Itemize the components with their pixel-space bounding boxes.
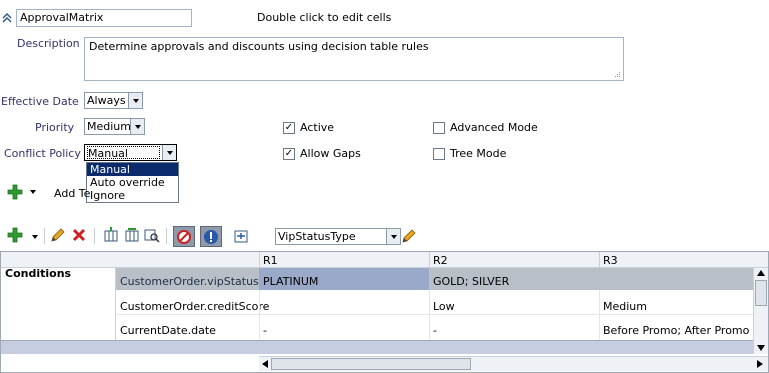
table-cell[interactable]: -	[263, 300, 267, 313]
column-header-r2[interactable]: R2	[433, 254, 448, 267]
type-select[interactable]: VipStatusType	[275, 228, 401, 245]
table-cell[interactable]: -	[433, 324, 437, 337]
add-test-label[interactable]: Add Te	[54, 187, 90, 200]
horizontal-scrollbar[interactable]	[259, 356, 768, 371]
chevron-down-icon	[130, 119, 144, 134]
table-cell[interactable]: GOLD; SILVER	[433, 275, 509, 288]
effective-date-select[interactable]: Always	[84, 92, 143, 109]
split-column-icon[interactable]	[123, 226, 141, 244]
resize-grip-icon[interactable]	[613, 70, 621, 78]
table-cell[interactable]: Low	[433, 300, 455, 313]
column-header-r1[interactable]: R1	[263, 254, 278, 267]
row-divider	[116, 314, 753, 315]
column-divider	[599, 290, 600, 340]
conflict-policy-dropdown: Manual Auto override Ignore	[86, 162, 179, 203]
priority-label: Priority	[35, 121, 75, 134]
scroll-left-arrow-icon[interactable]	[262, 360, 268, 368]
toolbar: VipStatusType	[6, 226, 436, 248]
effective-date-label: Effective Date	[1, 95, 79, 108]
dropdown-option-manual[interactable]: Manual	[87, 163, 178, 176]
toolbar-separator	[44, 228, 45, 244]
active-checkbox[interactable]: ✓	[283, 121, 295, 134]
scroll-up-arrow-icon[interactable]	[757, 270, 765, 276]
description-label: Description	[17, 37, 80, 50]
conditions-label: Conditions	[5, 267, 72, 280]
table-cell[interactable]: PLATINUM	[263, 275, 318, 288]
add-test-add-icon[interactable]	[7, 184, 23, 200]
chevron-down-icon	[128, 93, 142, 108]
advanced-mode-checkbox[interactable]	[433, 121, 445, 134]
priority-select[interactable]: Medium	[84, 118, 145, 135]
tree-mode-checkbox-row[interactable]: Tree Mode	[433, 147, 506, 160]
validate-icon[interactable]	[200, 226, 222, 247]
dropdown-option-auto-override[interactable]: Auto override	[87, 176, 178, 189]
active-checkbox-row[interactable]: ✓ Active	[283, 121, 334, 134]
edit-type-icon[interactable]	[400, 227, 418, 245]
edit-icon[interactable]	[49, 226, 67, 244]
collapse-icon[interactable]	[2, 12, 12, 24]
add-test-menu-icon[interactable]	[30, 190, 36, 194]
effective-date-value: Always	[87, 93, 126, 107]
allow-gaps-checkbox-row[interactable]: ✓ Allow Gaps	[283, 147, 361, 160]
rule-name-input[interactable]: ApprovalMatrix	[16, 9, 192, 27]
dropdown-option-ignore[interactable]: Ignore	[87, 189, 178, 202]
toolbar-separator	[94, 228, 95, 244]
tree-mode-label: Tree Mode	[450, 147, 507, 160]
header-divider	[259, 252, 260, 268]
description-textarea[interactable]: Determine approvals and discounts using …	[84, 37, 624, 81]
delete-icon[interactable]	[70, 226, 88, 244]
type-select-value: VipStatusType	[278, 229, 356, 243]
allow-gaps-label: Allow Gaps	[300, 147, 361, 160]
find-cell-icon[interactable]	[143, 226, 161, 244]
table-cell[interactable]: Medium	[603, 300, 647, 313]
add-icon[interactable]	[6, 226, 24, 244]
toolbar-separator	[166, 228, 167, 244]
conflict-policy-select[interactable]: Manual	[84, 144, 177, 161]
advanced-mode-checkbox-row[interactable]: Advanced Mode	[433, 121, 538, 134]
decision-table: R1 R2 R3 Conditions CustomerOrder.vipSta…	[0, 251, 769, 373]
tree-mode-checkbox[interactable]	[433, 147, 445, 160]
table-cell[interactable]: Before Promo; After Promo	[603, 324, 749, 337]
table-header	[1, 252, 768, 268]
add-menu-icon[interactable]	[32, 235, 38, 239]
vertical-scroll-thumb[interactable]	[755, 280, 767, 306]
conflict-policy-value: Manual	[87, 146, 160, 159]
priority-value: Medium	[87, 119, 130, 133]
compact-table-icon[interactable]	[232, 227, 250, 245]
active-label: Active	[300, 121, 335, 134]
column-header-r3[interactable]: R3	[603, 254, 618, 267]
row-label[interactable]: CustomerOrder.vipStatus	[120, 275, 259, 288]
allow-gaps-checkbox[interactable]: ✓	[283, 147, 295, 160]
header-divider	[429, 252, 430, 268]
advanced-mode-label: Advanced Mode	[450, 121, 538, 134]
section-band	[1, 340, 753, 354]
horizontal-scroll-thumb[interactable]	[271, 358, 471, 370]
rule-name-value: ApprovalMatrix	[20, 11, 104, 24]
table-cell[interactable]: -	[263, 324, 267, 337]
scroll-down-arrow-icon[interactable]	[757, 345, 765, 351]
description-value: Determine approvals and discounts using …	[89, 40, 429, 53]
column-divider	[259, 290, 260, 340]
row-label[interactable]: CurrentDate.date	[120, 324, 216, 337]
chevron-down-icon	[162, 145, 176, 160]
column-divider	[429, 290, 430, 340]
conflict-policy-label: Conflict Policy	[4, 147, 81, 160]
row-label[interactable]: CustomerOrder.creditScore	[120, 300, 269, 313]
vertical-scrollbar[interactable]	[753, 268, 768, 354]
scroll-right-arrow-icon[interactable]	[757, 360, 763, 368]
chevron-down-icon	[386, 229, 400, 244]
insert-column-icon[interactable]	[102, 226, 120, 244]
check-conflicts-icon[interactable]	[173, 226, 195, 247]
edit-hint: Double click to edit cells	[257, 11, 392, 24]
header-divider	[599, 252, 600, 268]
